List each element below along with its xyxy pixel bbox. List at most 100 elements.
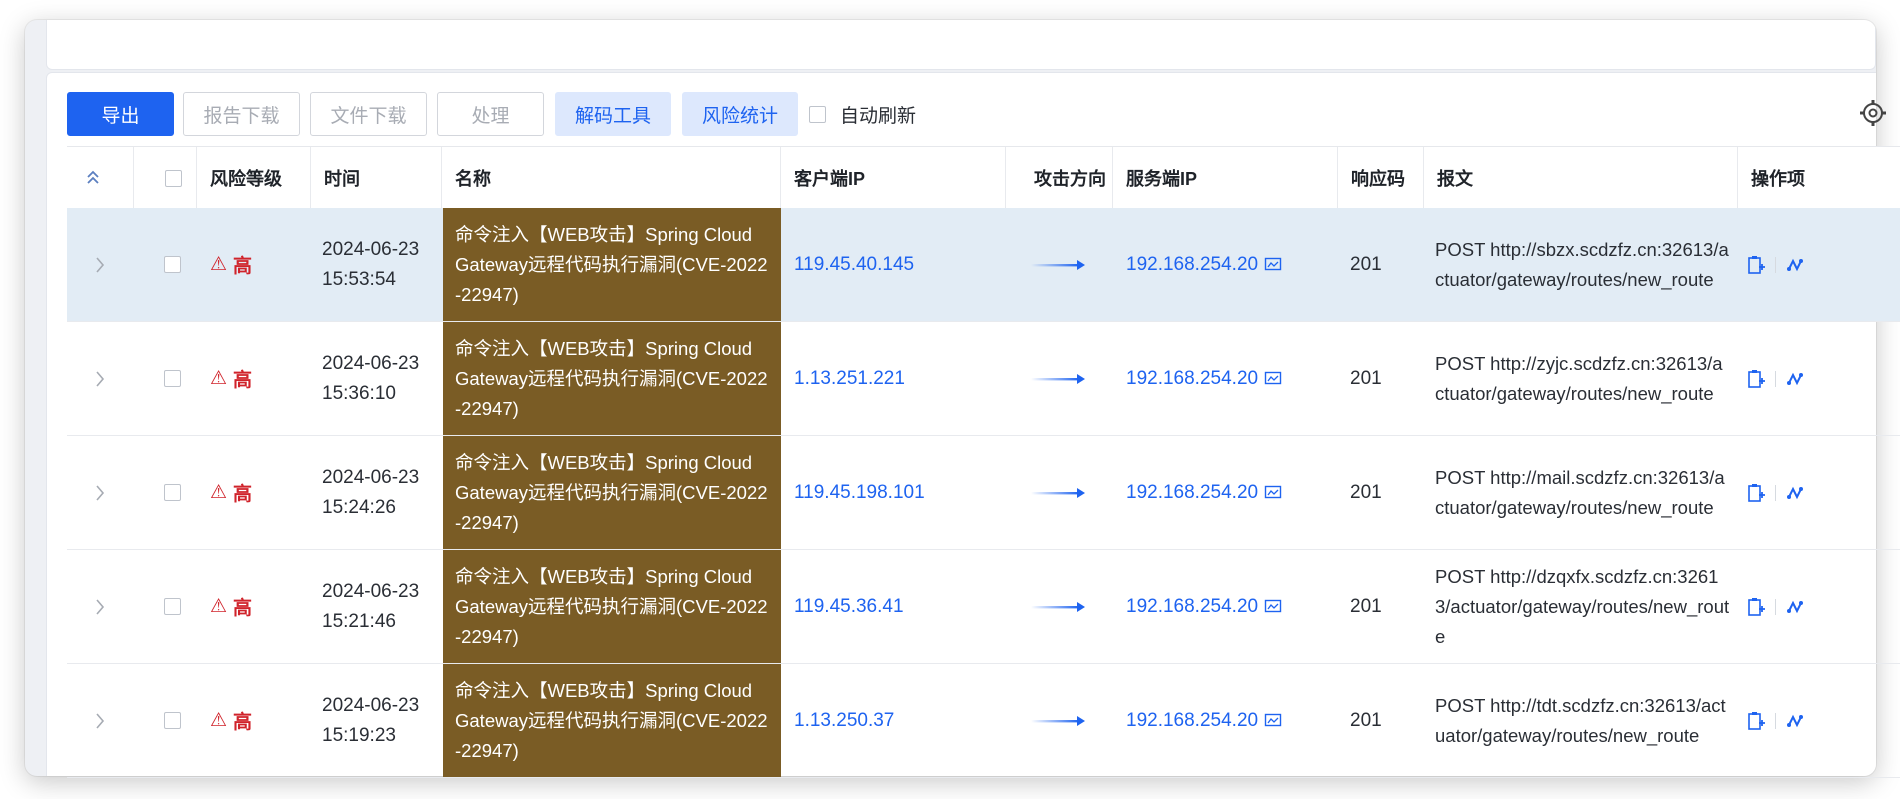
row-actions: [1747, 664, 1817, 777]
monitor-icon[interactable]: [1264, 713, 1282, 729]
select-all-checkbox[interactable]: [165, 147, 182, 209]
warning-triangle-icon: ⚠: [210, 710, 228, 731]
event-name[interactable]: 命令注入【WEB攻击】Spring Cloud Gateway远程代码执行漏洞(…: [443, 550, 781, 663]
risk-level: ⚠ 高: [210, 368, 253, 391]
row-actions: [1747, 208, 1817, 321]
monitor-icon[interactable]: [1264, 599, 1282, 615]
client-ip-link[interactable]: 1.13.251.221: [794, 322, 994, 435]
gear-icon[interactable]: [1858, 98, 1888, 128]
header-client-ip[interactable]: 客户端IP: [782, 147, 865, 209]
event-time: 2024-06-23 15:53:54: [322, 238, 420, 290]
report-download-button[interactable]: 报告下载: [183, 92, 300, 136]
server-ip-link[interactable]: 192.168.254.20: [1126, 208, 1326, 321]
auto-refresh-toggle[interactable]: 自动刷新: [809, 92, 916, 136]
row-checkbox[interactable]: [159, 436, 185, 549]
clipboard-add-icon[interactable]: [1747, 255, 1765, 275]
header-message[interactable]: 报文: [1425, 147, 1473, 209]
monitor-icon[interactable]: [1264, 371, 1282, 387]
clipboard-add-icon[interactable]: [1747, 483, 1765, 503]
row-checkbox[interactable]: [159, 322, 185, 435]
table-row[interactable]: ⚠ 高 2024-06-23 15:24:26 命令注入【WEB攻击】Spring…: [67, 436, 1900, 550]
expand-row-icon[interactable]: [87, 436, 113, 549]
risk-level: ⚠ 高: [210, 710, 253, 733]
event-name[interactable]: 命令注入【WEB攻击】Spring Cloud Gateway远程代码执行漏洞(…: [443, 664, 781, 777]
clipboard-add-icon[interactable]: [1747, 711, 1765, 731]
graph-link-icon[interactable]: [1786, 256, 1804, 274]
arrow-right-icon: [1029, 550, 1089, 663]
message-text: POST http://sbzx.scdzfz.cn:32613/actuato…: [1435, 238, 1729, 290]
clipboard-add-icon[interactable]: [1747, 369, 1765, 389]
response-code: 201: [1350, 253, 1382, 275]
table-row[interactable]: ⚠ 高 2024-06-23 15:19:23 命令注入【WEB攻击】Spring…: [67, 664, 1900, 778]
message-text: POST http://zyjc.scdzfz.cn:32613/actuato…: [1435, 352, 1723, 404]
row-actions: [1747, 322, 1817, 435]
header-actions: 操作项: [1751, 169, 1805, 189]
header-response-code[interactable]: 响应码: [1339, 147, 1405, 209]
row-checkbox[interactable]: [159, 664, 185, 777]
table-row[interactable]: ⚠ 高 2024-06-23 15:53:54 命令注入【WEB攻击】Spring…: [67, 208, 1900, 322]
response-code: 201: [1350, 709, 1382, 731]
expand-row-icon[interactable]: [87, 208, 113, 321]
header-direction[interactable]: 攻击方向: [1022, 147, 1106, 209]
message-text: POST http://tdt.scdzfz.cn:32613/actuator…: [1435, 694, 1726, 746]
graph-link-icon[interactable]: [1786, 712, 1804, 730]
expand-row-icon[interactable]: [87, 550, 113, 663]
header-time[interactable]: 时间: [312, 147, 360, 209]
risk-stats-button[interactable]: 风险统计: [682, 92, 798, 136]
client-ip-link[interactable]: 119.45.40.145: [794, 208, 994, 321]
graph-link-icon[interactable]: [1786, 484, 1804, 502]
event-time: 2024-06-23 15:19:23: [322, 694, 420, 746]
server-ip-link[interactable]: 192.168.254.20: [1126, 436, 1326, 549]
monitor-icon[interactable]: [1264, 485, 1282, 501]
response-code: 201: [1350, 595, 1382, 617]
event-time: 2024-06-23 15:36:10: [322, 352, 420, 404]
server-ip-link[interactable]: 192.168.254.20: [1126, 550, 1326, 663]
client-ip-link[interactable]: 119.45.198.101: [794, 436, 994, 549]
server-ip-link[interactable]: 192.168.254.20: [1126, 322, 1326, 435]
risk-level: ⚠ 高: [210, 482, 253, 505]
arrow-right-icon: [1029, 322, 1089, 435]
arrow-right-icon: [1029, 208, 1089, 321]
header-name[interactable]: 名称: [443, 147, 491, 209]
event-name[interactable]: 命令注入【WEB攻击】Spring Cloud Gateway远程代码执行漏洞(…: [443, 322, 781, 435]
event-name[interactable]: 命令注入【WEB攻击】Spring Cloud Gateway远程代码执行漏洞(…: [443, 436, 781, 549]
event-name[interactable]: 命令注入【WEB攻击】Spring Cloud Gateway远程代码执行漏洞(…: [443, 208, 781, 321]
arrow-right-icon: [1029, 664, 1089, 777]
client-ip-link[interactable]: 119.45.36.41: [794, 550, 994, 663]
header-risk-level[interactable]: 风险等级: [198, 147, 282, 209]
response-code: 201: [1350, 481, 1382, 503]
file-download-button[interactable]: 文件下载: [310, 92, 427, 136]
table-row[interactable]: ⚠ 高 2024-06-23 15:36:10 命令注入【WEB攻击】Spring…: [67, 322, 1900, 436]
filter-card: [46, 20, 1876, 70]
event-time: 2024-06-23 15:21:46: [322, 580, 420, 632]
arrow-right-icon: [1029, 436, 1089, 549]
warning-triangle-icon: ⚠: [210, 596, 228, 617]
monitor-icon[interactable]: [1264, 257, 1282, 273]
event-time: 2024-06-23 15:24:26: [322, 466, 420, 518]
row-checkbox[interactable]: [159, 550, 185, 663]
graph-link-icon[interactable]: [1786, 370, 1804, 388]
warning-triangle-icon: ⚠: [210, 254, 228, 275]
row-actions: [1747, 550, 1817, 663]
export-button[interactable]: 导出: [67, 92, 174, 136]
row-actions: [1747, 436, 1817, 549]
clipboard-add-icon[interactable]: [1747, 597, 1765, 617]
client-ip-link[interactable]: 1.13.250.37: [794, 664, 994, 777]
table-row[interactable]: ⚠ 高 2024-06-23 15:21:46 命令注入【WEB攻击】Spring…: [67, 550, 1900, 664]
expand-row-icon[interactable]: [87, 664, 113, 777]
auto-refresh-label: 自动刷新: [840, 105, 917, 127]
server-ip-link[interactable]: 192.168.254.20: [1126, 664, 1326, 777]
process-button[interactable]: 处理: [437, 92, 544, 136]
auto-refresh-checkbox[interactable]: [809, 105, 826, 123]
warning-triangle-icon: ⚠: [210, 482, 228, 503]
graph-link-icon[interactable]: [1786, 598, 1804, 616]
risk-level: ⚠ 高: [210, 596, 253, 619]
table-header: 风险等级 时间 名称 客户端IP 攻击方向 服务端IP 响应码 报文 操作项: [67, 146, 1900, 210]
expand-row-icon[interactable]: [87, 322, 113, 435]
header-server-ip[interactable]: 服务端IP: [1114, 147, 1197, 209]
row-checkbox[interactable]: [159, 208, 185, 321]
response-code: 201: [1350, 367, 1382, 389]
collapse-all-icon[interactable]: [85, 147, 101, 209]
decode-tool-button[interactable]: 解码工具: [555, 92, 671, 136]
message-text: POST http://mail.scdzfz.cn:32613/actuato…: [1435, 466, 1725, 518]
